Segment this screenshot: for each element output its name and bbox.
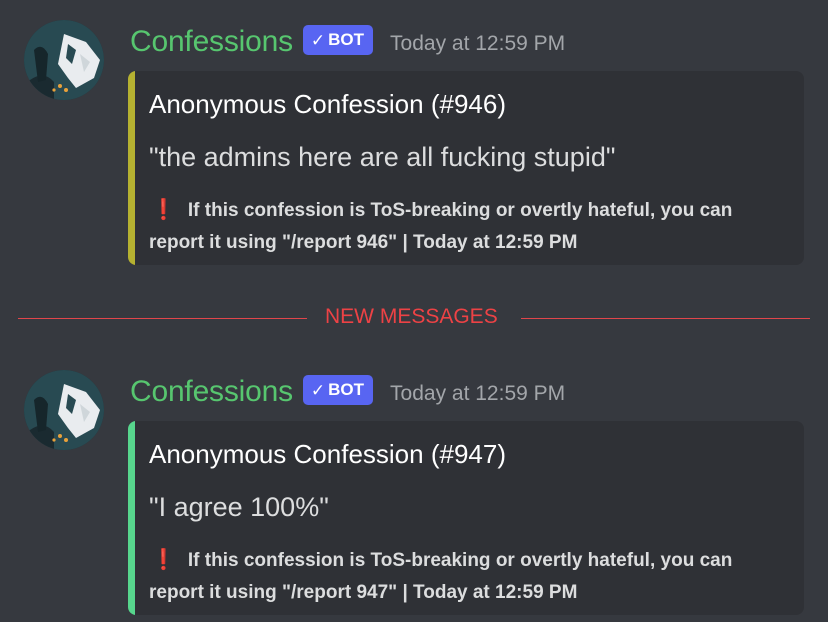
bot-tag: ✓ BOT (302, 25, 374, 55)
message-header: Confessions ✓ BOT Today at 12:59 PM (130, 22, 565, 62)
embed-description: "the admins here are all fucking stupid" (149, 142, 616, 172)
avatar[interactable] (24, 370, 104, 450)
exclamation-icon: ❗ (151, 199, 176, 221)
embed: Anonymous Confession (#947) "I agree 100… (128, 421, 804, 615)
timestamp[interactable]: Today at 12:59 PM (390, 32, 565, 56)
new-messages-divider: NEW MESSAGES (18, 300, 810, 340)
embed-footer-text: If this confession is ToS-breaking or ov… (149, 550, 733, 603)
username[interactable]: Confessions (130, 375, 293, 409)
avatar[interactable] (24, 20, 104, 100)
check-icon: ✓ (310, 30, 326, 50)
divider-line (18, 318, 307, 319)
new-messages-label: NEW MESSAGES (325, 305, 498, 328)
embed-footer: ❗ If this confession is ToS-breaking or o… (149, 194, 769, 259)
embed-footer-text: If this confession is ToS-breaking or ov… (149, 200, 733, 253)
embed-color-bar (128, 71, 135, 265)
embed-title: Anonymous Confession (#946) (149, 89, 506, 119)
exclamation-icon: ❗ (151, 549, 176, 571)
bot-tag: ✓ BOT (302, 375, 374, 405)
embed-footer: ❗ If this confession is ToS-breaking or o… (149, 544, 769, 609)
embed-title: Anonymous Confession (#947) (149, 439, 506, 469)
bot-tag-label: BOT (328, 30, 365, 49)
embed: Anonymous Confession (#946) "the admins … (128, 71, 804, 265)
message-header: Confessions ✓ BOT Today at 12:59 PM (130, 372, 565, 412)
bot-tag-label: BOT (328, 380, 365, 399)
embed-description: "I agree 100%" (149, 492, 329, 522)
username[interactable]: Confessions (130, 25, 293, 59)
chat-messages: Confessions ✓ BOT Today at 12:59 PM Anony… (0, 0, 828, 622)
timestamp[interactable]: Today at 12:59 PM (390, 382, 565, 406)
embed-color-bar (128, 421, 135, 615)
check-icon: ✓ (310, 380, 326, 400)
divider-line (521, 318, 810, 319)
